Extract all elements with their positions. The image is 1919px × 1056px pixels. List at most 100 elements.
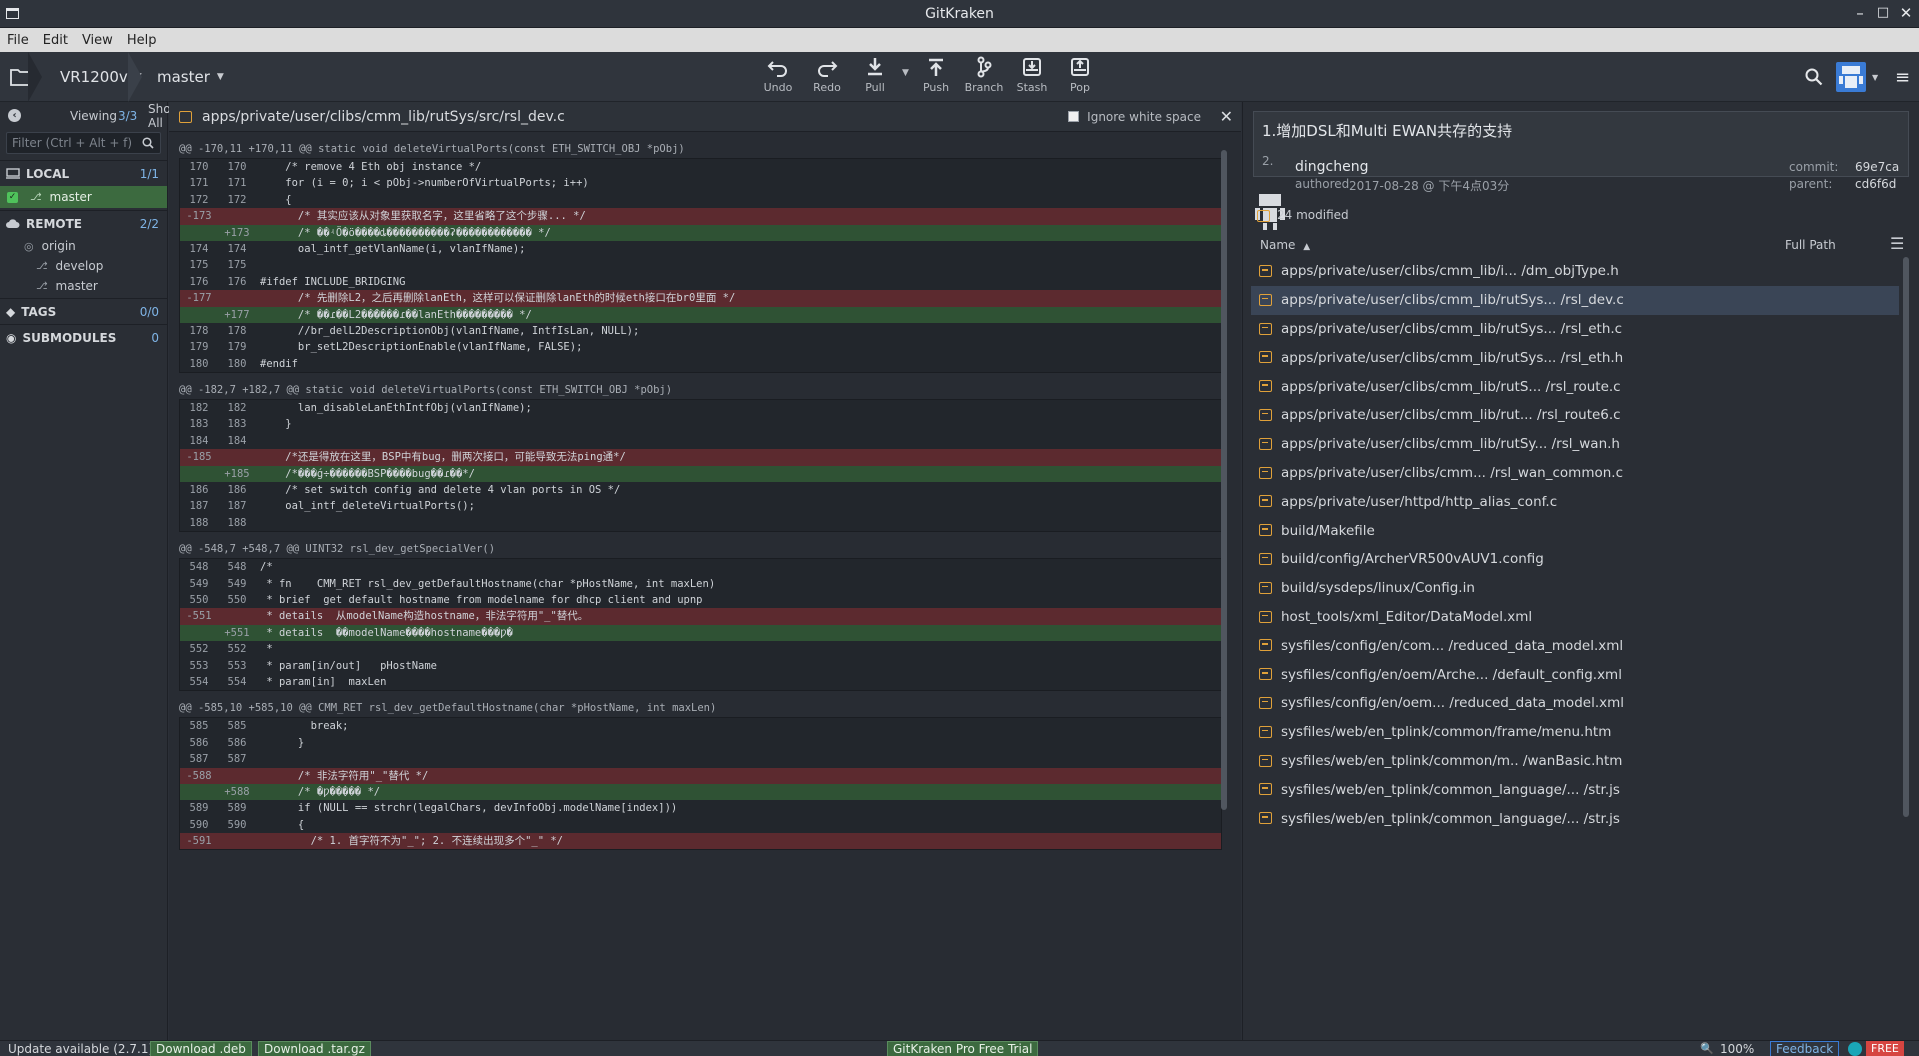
file-list-item[interactable]: sysfiles/config/en/oem... /reduced_data_… — [1251, 689, 1899, 718]
redo-button[interactable]: Redo — [803, 56, 851, 100]
file-list-item[interactable]: apps/private/user/clibs/cmm_lib/rutS... … — [1251, 372, 1899, 401]
context-line[interactable]: 179 179 br_setL2DescriptionEnable(vlanIfN… — [180, 339, 1221, 355]
parent-hash[interactable]: cd6f6d — [1855, 177, 1896, 191]
context-line[interactable]: 182 182 lan_disableLanEthIntfObj(vlanIfNa… — [180, 400, 1221, 416]
context-line[interactable]: 550 550 * brief get default hostname from… — [180, 592, 1221, 608]
context-line[interactable]: 552 552 * — [180, 641, 1221, 657]
undo-button[interactable]: Undo — [754, 56, 802, 100]
context-line[interactable]: 553 553 * param[in/out] pHostName — [180, 658, 1221, 674]
added-line[interactable]: +177 /* ��ɾ��L2��֮����ɾ��lanEth���������… — [180, 306, 1221, 323]
added-line[interactable]: +588 /* �Ƿ��ַ��� */ — [180, 783, 1221, 801]
deleted-line[interactable]: -591 /* 1. 首字符不为"_"; 2. 不连续出现多个"_" */ — [180, 833, 1221, 850]
pop-button[interactable]: Pop — [1056, 56, 1104, 100]
file-list-item[interactable]: sysfiles/config/en/com... /reduced_data_… — [1251, 631, 1899, 660]
context-line[interactable]: 554 554 * param[in] maxLen — [180, 674, 1221, 690]
minimize-icon[interactable]: – — [1850, 4, 1870, 22]
menu-file[interactable]: File — [0, 33, 36, 48]
close-diff-icon[interactable]: ✕ — [1220, 107, 1233, 126]
hamburger-menu-button[interactable]: ≡ — [1895, 52, 1910, 102]
context-line[interactable]: 587 587 — [180, 751, 1221, 767]
context-line[interactable]: 187 187 oal_intf_deleteVirtualPorts(); — [180, 498, 1221, 514]
context-line[interactable]: 175 175 — [180, 257, 1221, 273]
remote-section-header[interactable]: REMOTE 2/2 — [0, 210, 167, 236]
file-list-item[interactable]: apps/private/user/clibs/cmm_lib/rutSys..… — [1251, 285, 1899, 315]
maximize-icon[interactable]: □ — [1873, 5, 1893, 20]
commit-hash[interactable]: 69e7ca — [1855, 160, 1899, 174]
sidebar-item-remote-develop[interactable]: ⎇ develop — [0, 256, 167, 276]
deleted-line[interactable]: -173 /* 其实应该从对象里获取名字，这里省略了这个步骤... */ — [180, 208, 1221, 225]
added-line[interactable]: +185 /*���ǵ÷������BSP����bug��ɾ��*/ — [180, 465, 1221, 483]
deleted-line[interactable]: -185 /*还是得放在这里，BSP中有bug，删两次接口，可能导致无法ping… — [180, 449, 1221, 466]
ignore-whitespace-toggle[interactable]: Ignore white space — [1068, 110, 1201, 124]
sort-by-name-button[interactable]: Name ▲ — [1260, 238, 1310, 252]
search-button[interactable] — [1805, 52, 1823, 102]
pro-trial-button[interactable]: GitKraken Pro Free Trial — [887, 1041, 1039, 1056]
pull-button[interactable]: Pull — [851, 56, 899, 100]
branch-selector[interactable]: master ▼ — [157, 52, 224, 102]
free-badge[interactable]: FREE — [1866, 1041, 1904, 1056]
profile-menu[interactable]: ▼ — [1836, 52, 1878, 102]
full-path-toggle[interactable]: Full Path — [1785, 238, 1836, 252]
file-list-item[interactable]: sysfiles/config/en/oem/Arche... /default… — [1251, 660, 1899, 689]
menu-help[interactable]: Help — [120, 33, 164, 48]
sidebar-item-remote-master[interactable]: ⎇ master — [0, 276, 167, 296]
context-line[interactable]: 174 174 oal_intf_getVlanName(i, vlanIfNam… — [180, 241, 1221, 257]
context-line[interactable]: 186 186 /* set switch config and delete 4… — [180, 482, 1221, 498]
tags-section-header[interactable]: ◆ TAGS 0/0 — [0, 298, 167, 324]
branch-button[interactable]: Branch — [960, 56, 1008, 100]
context-line[interactable]: 170 170 /* remove 4 Eth obj instance */ — [180, 159, 1221, 175]
deleted-line[interactable]: -588 /* 非法字符用"_"替代 */ — [180, 767, 1221, 784]
context-line[interactable]: 548 548 /* — [180, 559, 1221, 575]
deleted-line[interactable]: -177 /* 先删除L2，之后再删除lanEth，这样可以保证删除lanEth… — [180, 290, 1221, 307]
list-view-icon[interactable]: ☰ — [1890, 234, 1904, 253]
push-button[interactable]: Push — [912, 56, 960, 100]
context-line[interactable]: 585 585 break; — [180, 718, 1221, 734]
deleted-line[interactable]: -551 * details 从modelName构造hostname，非法字符… — [180, 608, 1221, 625]
file-list-item[interactable]: apps/private/user/clibs/cmm_lib/i... /dm… — [1251, 257, 1899, 286]
sidebar-item-local-master[interactable]: ✓ ⎇ master — [0, 186, 167, 208]
context-line[interactable]: 176 176 #ifdef INCLUDE_BRIDGING — [180, 274, 1221, 290]
filter-input[interactable]: Filter (Ctrl + Alt + f) — [6, 132, 161, 154]
context-line[interactable]: 178 178 //br_delL2DescriptionObj(vlanIfNa… — [180, 323, 1221, 339]
submodules-section-header[interactable]: ◉ SUBMODULES 0 — [0, 324, 167, 350]
file-list-item[interactable]: apps/private/user/clibs/cmm_lib/rutSy...… — [1251, 430, 1899, 459]
file-list-item[interactable]: sysfiles/web/en_tplink/common_language/.… — [1251, 804, 1899, 833]
context-line[interactable]: 590 590 { — [180, 817, 1221, 833]
file-list-item[interactable]: host_tools/xml_Editor/DataModel.xml — [1251, 603, 1899, 632]
context-line[interactable]: 184 184 — [180, 433, 1221, 449]
file-list-item[interactable]: apps/private/user/httpd/http_alias_conf.… — [1251, 487, 1899, 516]
menu-view[interactable]: View — [75, 33, 120, 48]
context-line[interactable]: 180 180 #endif — [180, 356, 1221, 372]
file-list-item[interactable]: build/sysdeps/linux/Config.in — [1251, 574, 1899, 603]
file-list-item[interactable]: sysfiles/web/en_tplink/common/m.. /wanBa… — [1251, 747, 1899, 776]
ignore-whitespace-checkbox[interactable] — [1068, 111, 1080, 122]
zoom-level[interactable]: 100% — [1720, 1042, 1754, 1056]
sidebar-item-origin[interactable]: ◎ origin — [0, 236, 167, 256]
stash-button[interactable]: Stash — [1008, 56, 1056, 100]
context-line[interactable]: 183 183 } — [180, 416, 1221, 432]
pull-options-chevron-icon[interactable]: ▼ — [902, 68, 909, 78]
context-line[interactable]: 586 586 } — [180, 735, 1221, 751]
added-line[interactable]: +551 * details ��modelName����hostname��… — [180, 624, 1221, 642]
file-list-scrollbar[interactable] — [1903, 257, 1909, 817]
local-section-header[interactable]: LOCAL 1/1 — [0, 160, 167, 186]
download-deb-button[interactable]: Download .deb — [150, 1041, 252, 1056]
file-list-item[interactable]: apps/private/user/clibs/cmm_lib/rutSys..… — [1251, 315, 1899, 344]
file-list-item[interactable]: build/Makefile — [1251, 516, 1899, 545]
download-tar-button[interactable]: Download .tar.gz — [258, 1041, 371, 1056]
file-list-item[interactable]: apps/private/user/clibs/cmm_lib/rutSys..… — [1251, 343, 1899, 372]
file-list-item[interactable]: sysfiles/web/en_tplink/common_language/.… — [1251, 775, 1899, 804]
close-icon[interactable]: ✕ — [1896, 4, 1916, 22]
diff-scrollbar[interactable] — [1221, 150, 1227, 810]
context-line[interactable]: 188 188 — [180, 515, 1221, 531]
file-list-item[interactable]: apps/private/user/clibs/cmm... /rsl_wan_… — [1251, 459, 1899, 488]
menu-edit[interactable]: Edit — [36, 33, 75, 48]
context-line[interactable]: 589 589 if (NULL == strchr(legalChars, de… — [180, 800, 1221, 816]
feedback-button[interactable]: Feedback — [1770, 1041, 1840, 1056]
context-line[interactable]: 171 171 for (i = 0; i < pObj->numberOfVir… — [180, 175, 1221, 191]
collapse-sidebar-icon[interactable]: ‹ — [8, 109, 21, 122]
file-list-item[interactable]: sysfiles/web/en_tplink/common/frame/menu… — [1251, 718, 1899, 747]
window-menu-icon[interactable] — [6, 8, 19, 19]
added-line[interactable]: +173 /* ��ʵӦ�ö����ȡ����������ʡ����������… — [180, 224, 1221, 241]
file-list-item[interactable]: build/config/ArcherVR500vAUV1.config — [1251, 545, 1899, 574]
